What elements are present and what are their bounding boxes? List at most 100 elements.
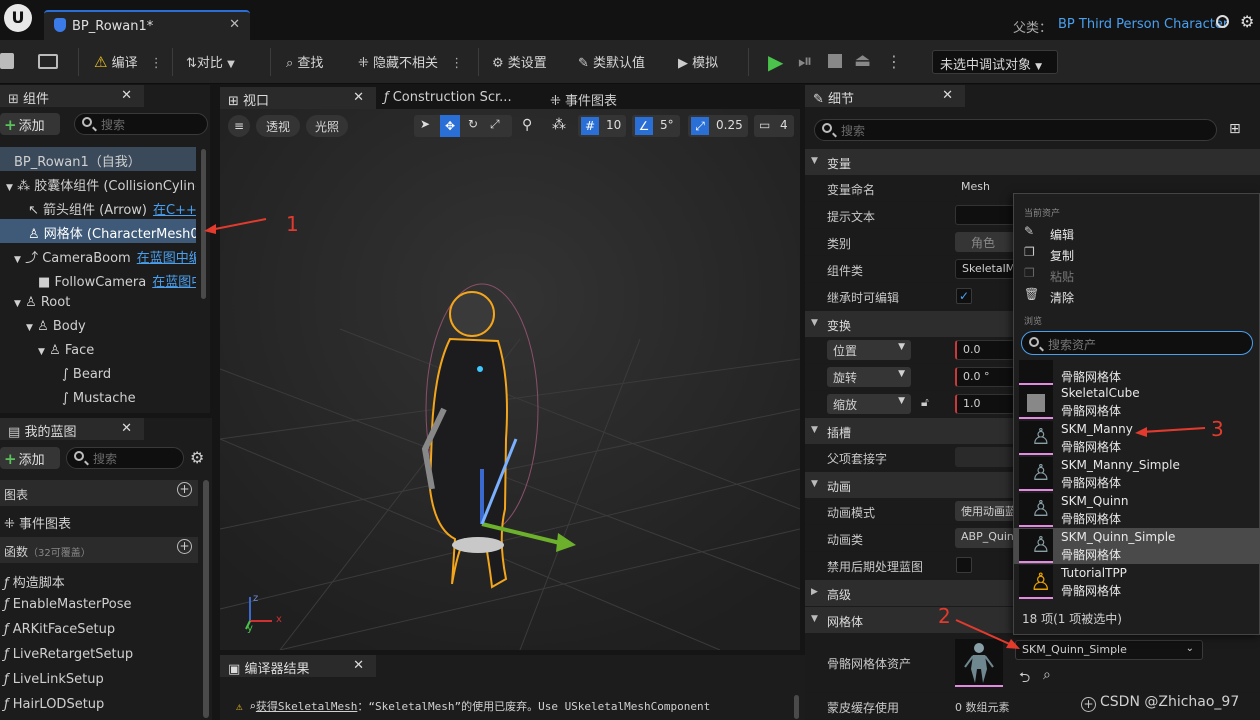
- add-member-button[interactable]: + 添加: [0, 447, 60, 469]
- surface-snap-icon[interactable]: ⁂: [552, 117, 566, 133]
- function-item[interactable]: ƒ ARKitFaceSetup: [0, 617, 198, 642]
- expand-arrow-icon[interactable]: ▼: [14, 255, 21, 265]
- more-options-icon[interactable]: ⋮: [450, 56, 463, 71]
- rotate-tool-icon[interactable]: ↻: [468, 117, 478, 131]
- location-x-input[interactable]: 0.0: [955, 340, 1015, 360]
- edit-link[interactable]: 在蓝图中编辑: [152, 275, 196, 290]
- section-variable[interactable]: ▼ 变量: [805, 149, 1260, 175]
- asset-row[interactable]: ♙ SKM_Quinn 骨骼网格体: [1019, 492, 1259, 528]
- add-function-icon[interactable]: +: [177, 539, 192, 554]
- expand-arrow-icon[interactable]: ▼: [14, 299, 21, 309]
- animation-mode-dropdown[interactable]: 使用动画蓝图: [955, 501, 1015, 521]
- parent-socket-field[interactable]: [955, 447, 1015, 467]
- document-tab-bp-rowan1[interactable]: BP_Rowan1* ✕: [44, 10, 250, 40]
- browse-folder-icon[interactable]: [38, 54, 58, 69]
- expand-arrow-icon[interactable]: ▼: [38, 347, 45, 357]
- clear-menu-item[interactable]: 🗑︎ 清除: [1024, 287, 1244, 307]
- function-item[interactable]: ƒ 构造脚本: [0, 567, 198, 592]
- my-blueprint-search-input[interactable]: 搜索: [66, 447, 184, 469]
- skeletal-mesh-asset-dropdown[interactable]: SKM_Quinn_Simple ⌄: [1015, 640, 1203, 660]
- rotation-x-input[interactable]: 0.0 °: [955, 367, 1015, 387]
- select-tool-icon[interactable]: ➤: [420, 117, 430, 131]
- diff-button[interactable]: ⇅对比 ▼: [186, 52, 235, 72]
- hide-unrelated-button[interactable]: ⁜ 隐藏不相关 ⋮: [358, 52, 463, 72]
- compile-button[interactable]: ⚠ 编译 ⋮: [94, 52, 163, 72]
- tree-row-capsule[interactable]: ▼ ⁂ 胶囊体组件 (CollisionCylinder): [0, 171, 196, 195]
- viewport[interactable]: z x y: [220, 109, 800, 650]
- scale-x-input[interactable]: 1.0: [955, 394, 1015, 414]
- play-options-icon[interactable]: ⋮: [886, 52, 902, 71]
- compiler-results-tab[interactable]: ▣ 编译器结果 ✕: [220, 655, 376, 677]
- camera-speed-button[interactable]: ▭ 4: [754, 115, 794, 137]
- components-search-input[interactable]: 搜索: [74, 113, 208, 135]
- construction-script-tab[interactable]: ƒ Construction Scr...: [384, 90, 512, 105]
- details-search-input[interactable]: 搜索: [814, 119, 1217, 141]
- tree-row-mustache[interactable]: ∫ Mustache: [0, 387, 196, 411]
- my-blueprint-tab[interactable]: ▤ 我的蓝图 ✕: [0, 418, 144, 440]
- eject-icon[interactable]: ⏏: [854, 50, 871, 71]
- my-blueprint-scrollbar[interactable]: [203, 480, 209, 718]
- save-icon[interactable]: [0, 53, 14, 69]
- settings-gear-icon[interactable]: ⚙: [1240, 12, 1254, 31]
- tree-row-face[interactable]: ▼ ♙ Face: [0, 339, 196, 363]
- browse-asset-icon[interactable]: ⌕: [1043, 667, 1051, 683]
- details-tab[interactable]: ✎ 细节 ✕: [805, 85, 965, 107]
- class-defaults-button[interactable]: ✎ 类默认值: [578, 52, 645, 72]
- close-icon[interactable]: ✕: [353, 90, 364, 105]
- asset-row[interactable]: ♙ TutorialTPP 骨骼网格体: [1019, 564, 1259, 600]
- table-view-icon[interactable]: ⊞: [1229, 121, 1241, 137]
- event-graph-tab[interactable]: ⁜ 事件图表: [550, 90, 617, 109]
- paste-menu-item[interactable]: ❐ 粘贴: [1024, 266, 1244, 286]
- use-selected-asset-icon[interactable]: ⮌: [1019, 667, 1030, 691]
- function-item[interactable]: ƒ EnableMasterPose: [0, 592, 198, 617]
- lock-icon[interactable]: 🔓︎: [921, 395, 929, 410]
- skeletal-mesh-thumbnail[interactable]: [955, 639, 1003, 687]
- tree-row-followcamera[interactable]: ■ FollowCamera 在蓝图中编辑: [0, 267, 196, 291]
- components-tab[interactable]: ⊞ 组件 ✕: [0, 85, 144, 107]
- asset-row-selected[interactable]: ♙ SKM_Quinn_Simple 骨骼网格体: [1014, 528, 1260, 564]
- asset-search-input[interactable]: 搜索资产: [1021, 331, 1253, 355]
- add-graph-icon[interactable]: +: [177, 482, 192, 497]
- unreal-logo-icon[interactable]: U: [4, 4, 32, 32]
- world-local-icon[interactable]: ⚲: [522, 117, 532, 133]
- move-tool-icon[interactable]: ✥: [440, 115, 460, 137]
- checkbox-checked[interactable]: ✓: [956, 288, 972, 304]
- expand-arrow-icon[interactable]: ▼: [26, 323, 33, 333]
- function-item[interactable]: ƒ LiveRetargetSetup: [0, 642, 198, 667]
- compile-options-icon[interactable]: ⋮: [150, 56, 163, 71]
- parent-class-link[interactable]: BP Third Person Character: [1058, 17, 1228, 32]
- class-settings-button[interactable]: ⚙ 类设置: [492, 52, 547, 72]
- functions-category[interactable]: 函数（32可覆盖） +: [0, 537, 198, 563]
- find-button[interactable]: ⌕ 查找: [286, 52, 323, 72]
- category-dropdown[interactable]: 角色: [955, 232, 1015, 252]
- close-icon[interactable]: ✕: [121, 88, 132, 103]
- graphs-category[interactable]: 图表 +: [0, 480, 198, 506]
- tree-row-mesh[interactable]: ♙ 网格体 (CharacterMesh0): [0, 219, 196, 243]
- add-element-icon[interactable]: +: [1081, 697, 1096, 712]
- checkbox-unchecked[interactable]: [956, 557, 972, 573]
- debug-object-dropdown[interactable]: 未选中调试对象 ▼: [932, 50, 1058, 74]
- scale-dropdown[interactable]: 缩放 ▼: [827, 394, 911, 414]
- edit-menu-item[interactable]: ✎ 编辑: [1024, 224, 1244, 244]
- copy-menu-item[interactable]: ❐ 复制: [1024, 245, 1244, 265]
- tree-row-cameraboom[interactable]: ▼ ⤴ CameraBoom 在蓝图中编辑: [0, 243, 196, 267]
- search-icon[interactable]: [1216, 15, 1229, 28]
- asset-row[interactable]: SkeletalCube 骨骼网格体: [1019, 384, 1259, 420]
- advance-frame-icon[interactable]: ⏯: [798, 51, 812, 72]
- tree-row-arrow[interactable]: ↖ 箭头组件 (Arrow) 在C++中编辑: [0, 195, 196, 219]
- compiler-scrollbar[interactable]: [794, 695, 799, 719]
- rotation-dropdown[interactable]: 旋转 ▼: [827, 367, 911, 387]
- scale-snap-toggle[interactable]: ⤢ 0.25: [688, 115, 748, 137]
- close-icon[interactable]: ✕: [121, 421, 132, 436]
- asset-row[interactable]: ♙ SKM_Manny_Simple 骨骼网格体: [1019, 456, 1259, 492]
- lit-button[interactable]: 光照: [306, 115, 348, 137]
- function-item[interactable]: ƒ HairLODSetup: [0, 692, 198, 717]
- viewport-menu-icon[interactable]: ≡: [228, 115, 250, 137]
- tree-row-body[interactable]: ▼ ♙ Body: [0, 315, 196, 339]
- function-item[interactable]: ƒ LiveLinkSetup: [0, 667, 198, 692]
- tree-row-beard[interactable]: ∫ Beard: [0, 363, 196, 387]
- anim-class-dropdown[interactable]: ABP_Quinn: [955, 528, 1015, 548]
- simulate-button[interactable]: ▶ 模拟: [678, 52, 718, 72]
- tree-row-root[interactable]: ▼ ♙ Root: [0, 291, 196, 315]
- edit-link[interactable]: 在蓝图中编辑: [137, 251, 196, 266]
